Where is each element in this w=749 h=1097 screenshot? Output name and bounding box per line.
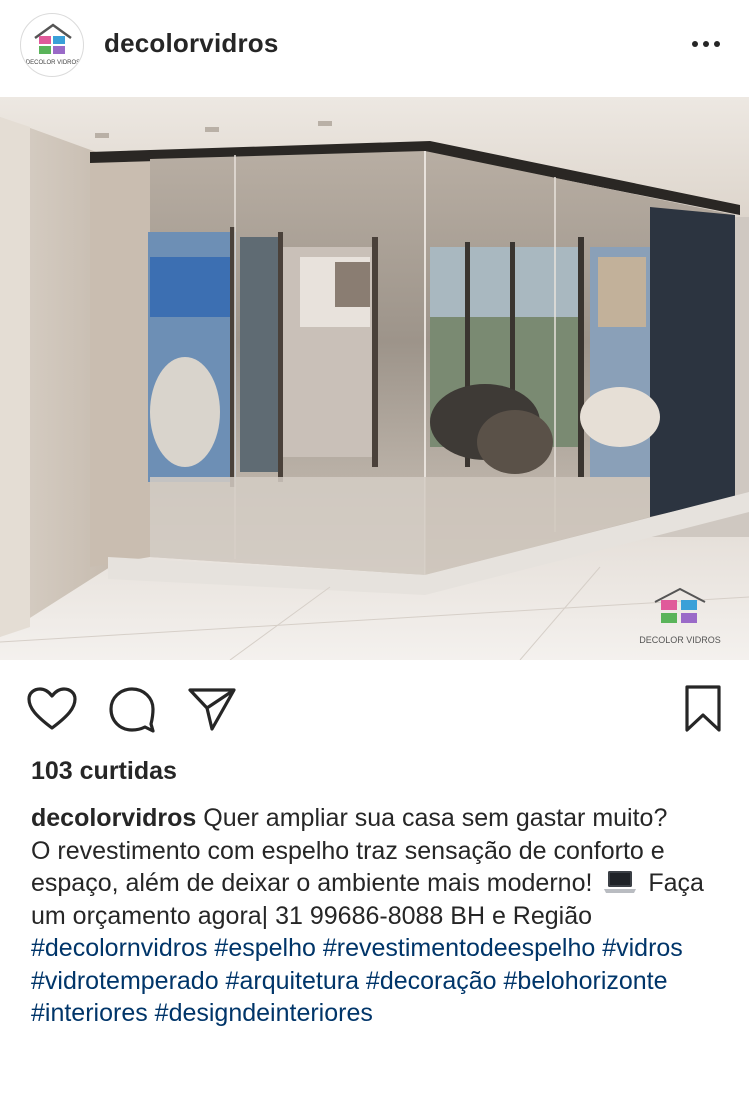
avatar-logo-text: DECOLOR VIDROS [26,60,80,66]
send-icon [188,688,236,731]
bookmark-icon [685,685,721,732]
caption-text-2a: O revestimento com espelho traz sensação… [31,836,665,898]
caption-second-paragraph: O revestimento com espelho traz sensação… [31,835,721,933]
post-header: DECOLOR VIDROS decolorvidros [0,0,749,96]
post-image[interactable]: DECOLOR VIDROS [0,97,749,660]
watermark-text: DECOLOR VIDROS [639,635,721,645]
avatar[interactable]: DECOLOR VIDROS [20,13,84,77]
more-options-icon [692,41,720,47]
post-caption: decolorvidros Quer ampliar sua casa sem … [31,802,721,1030]
post-username[interactable]: decolorvidros [104,28,279,59]
action-bar [0,660,749,760]
hashtags[interactable]: #decolornvidros #espelho #revestimentode… [31,932,721,1030]
decolor-logo-icon: DECOLOR VIDROS [26,23,80,66]
more-options-button[interactable] [688,32,728,56]
caption-username[interactable]: decolorvidros [31,804,196,832]
heart-icon [27,687,77,730]
mirrored-room-photo: DECOLOR VIDROS [0,97,749,660]
like-button[interactable] [26,686,78,737]
share-button[interactable] [187,686,237,737]
likes-count[interactable]: 103 curtidas [31,757,177,786]
laptop-emoji-icon [604,871,637,893]
comment-icon [109,687,155,733]
caption-text-1: Quer ampliar sua casa sem gastar muito? [203,804,668,832]
comment-button[interactable] [107,686,157,739]
save-button[interactable] [683,684,723,739]
caption-first-paragraph: decolorvidros Quer ampliar sua casa sem … [31,802,721,835]
